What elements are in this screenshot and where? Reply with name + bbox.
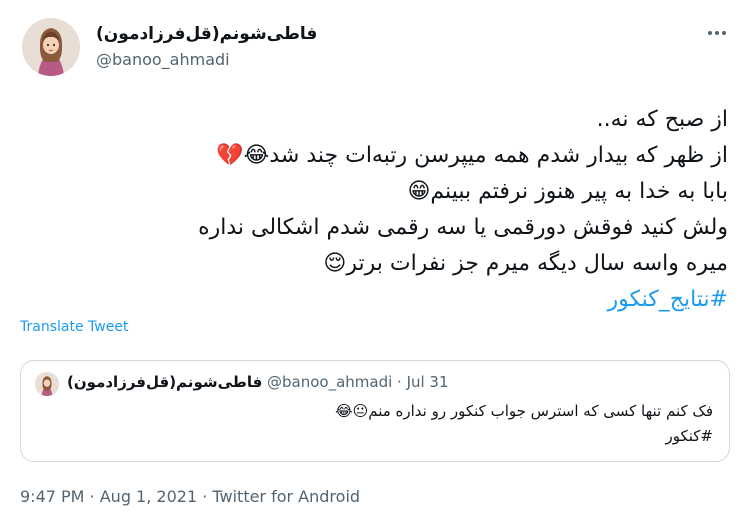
quoted-tweet-text: فک کنم تنها کسی که استرس جواب کنکور رو ن… <box>53 399 713 449</box>
author-display-name[interactable]: فاطی‌شونم(قل‌فرزادمون) <box>96 24 317 44</box>
tweet-text-line: میره واسه سال دیگه میرم جز نفرات برتر😌 <box>323 251 728 276</box>
quoted-text-line: فک کنم تنها کسی که استرس جواب کنکور رو ن… <box>335 402 713 420</box>
tweet-text-line: از ظهر که بیدار شدم همه میپرسن رتبه‌ات چ… <box>216 143 728 168</box>
quoted-author-meta: @banoo_ahmadi · Jul 31 <box>267 373 449 391</box>
more-horizontal-icon[interactable] <box>704 20 730 46</box>
tweet-text: از صبح که نه.. از ظهر که بیدار شدم همه م… <box>22 102 728 318</box>
tweet-text-line: ولش کنید فوقش دورقمی یا سه رقمی شدم اشکا… <box>198 215 728 240</box>
tweet-text-line: بابا به خدا به پیر هنوز نرفتم ببینم😁 <box>407 179 728 204</box>
quoted-author-display-name: فاطی‌شونم(قل‌فرزادمون) <box>67 373 263 391</box>
author-avatar[interactable] <box>22 18 80 76</box>
author-handle[interactable]: @banoo_ahmadi <box>96 50 230 69</box>
tweet-text-line: از صبح که نه.. <box>596 107 728 132</box>
avatar-illustration <box>22 18 80 76</box>
quoted-author-avatar <box>35 372 59 396</box>
quoted-tweet-card[interactable]: فاطی‌شونم(قل‌فرزادمون) @banoo_ahmadi · J… <box>20 360 730 462</box>
translate-tweet-link[interactable]: Translate Tweet <box>20 319 128 335</box>
quoted-hashtag: #کنکور <box>665 427 713 445</box>
tweet-timestamp-source[interactable]: 9:47 PM · Aug 1, 2021 · Twitter for Andr… <box>20 487 360 506</box>
tweet-hashtag-link[interactable]: #نتایج_کنکور <box>22 282 728 318</box>
